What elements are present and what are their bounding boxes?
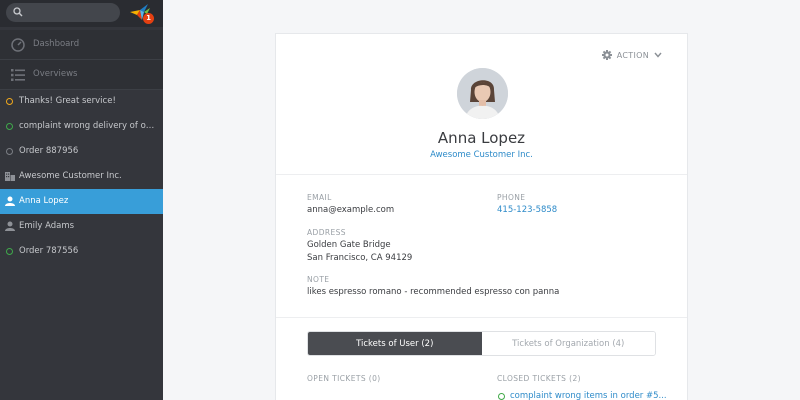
closed-ticket-item[interactable]: complaint wrong items in order #5... xyxy=(498,391,667,400)
ticket-status-dot xyxy=(6,98,13,105)
divider xyxy=(276,317,687,318)
closed-ticket-label: complaint wrong items in order #5... xyxy=(510,391,667,400)
search-icon xyxy=(13,7,23,17)
open-tickets-heading: OPEN TICKETS (0) xyxy=(307,374,381,383)
chevron-down-icon xyxy=(654,52,662,58)
task-label: Emily Adams xyxy=(19,221,75,231)
user-profile-card: ACTION Anna Lopez Awesome Customer Inc. … xyxy=(275,33,688,400)
sidebar: 1 Dashboard Overviews Thanks! Great serv… xyxy=(0,0,163,400)
user-icon xyxy=(5,196,15,206)
task-label: Order 787556 xyxy=(19,246,79,256)
task-label: Order 887956 xyxy=(19,146,79,156)
organization-link[interactable]: Awesome Customer Inc. xyxy=(276,150,687,160)
address-label: ADDRESS xyxy=(307,228,346,237)
address-line-1[interactable]: Golden Gate Bridge xyxy=(307,239,391,252)
organization-icon xyxy=(5,172,15,181)
divider xyxy=(276,174,687,175)
task-anna-lopez[interactable]: Anna Lopez xyxy=(0,189,163,214)
note-label: NOTE xyxy=(307,275,330,284)
avatar-photo xyxy=(457,68,508,119)
gear-icon xyxy=(601,50,612,60)
ticket-status-dot xyxy=(6,148,13,155)
sidebar-header: 1 xyxy=(0,0,163,27)
task-order-787556[interactable]: Order 787556 xyxy=(0,239,163,264)
phone-link[interactable]: 415-123-5858 xyxy=(497,204,557,217)
nav-dashboard[interactable]: Dashboard xyxy=(0,30,163,60)
user-name: Anna Lopez xyxy=(437,129,526,147)
task-awesome-customer-inc[interactable]: Awesome Customer Inc. xyxy=(0,164,163,189)
tab-tickets-of-user[interactable]: Tickets of User (2) xyxy=(308,332,482,355)
nav-dashboard-label: Dashboard xyxy=(33,39,80,49)
email-value[interactable]: anna@example.com xyxy=(307,204,394,217)
task-label: Anna Lopez xyxy=(19,196,69,206)
tab-tickets-of-organization[interactable]: Tickets of Organization (4) xyxy=(481,332,655,355)
phone-label: PHONE xyxy=(497,193,526,202)
list-icon xyxy=(11,69,25,81)
notification-badge[interactable]: 1 xyxy=(143,13,154,24)
dashboard-icon xyxy=(11,38,25,52)
nav-overviews-label: Overviews xyxy=(33,69,78,79)
ticket-status-dot xyxy=(6,248,13,255)
ticket-status-dot xyxy=(498,392,505,400)
action-label: ACTION xyxy=(616,50,649,60)
task-label: Awesome Customer Inc. xyxy=(19,171,122,181)
closed-tickets-heading: CLOSED TICKETS (2) xyxy=(497,374,581,383)
address-line-2[interactable]: San Francisco, CA 94129 xyxy=(307,252,412,265)
task-order-887956[interactable]: Order 887956 xyxy=(0,139,163,164)
task-thanks-great-service[interactable]: Thanks! Great service! xyxy=(0,89,163,114)
nav-overviews[interactable]: Overviews xyxy=(0,60,163,90)
ticket-status-dot xyxy=(6,123,13,130)
avatar[interactable] xyxy=(457,68,508,119)
task-complaint-wrong-delivery[interactable]: complaint wrong delivery of order # xyxy=(0,114,163,139)
task-label: Thanks! Great service! xyxy=(19,96,116,106)
action-menu-button[interactable]: ACTION xyxy=(601,50,662,60)
task-emily-adams[interactable]: Emily Adams xyxy=(0,214,163,239)
note-value[interactable]: likes espresso romano - recommended espr… xyxy=(307,286,559,299)
task-label: complaint wrong delivery of order # xyxy=(19,121,157,131)
email-label: EMAIL xyxy=(307,193,332,202)
user-icon xyxy=(5,221,15,231)
ticket-tabs: Tickets of User (2) Tickets of Organizat… xyxy=(307,331,656,356)
search-input[interactable] xyxy=(6,3,120,22)
